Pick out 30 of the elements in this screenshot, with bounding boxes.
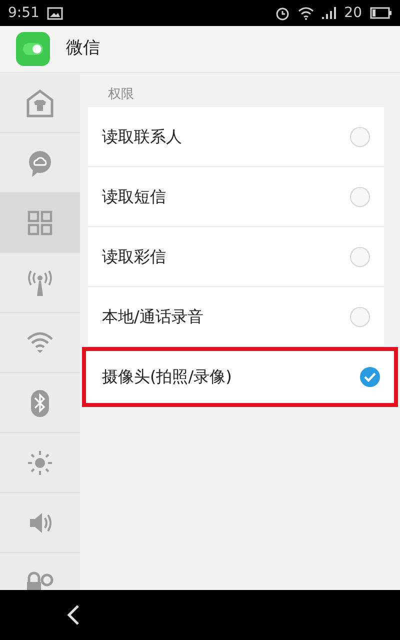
clock-time: 9:51: [8, 4, 40, 22]
permission-label: 读取短信: [102, 186, 166, 208]
alarm-icon: [275, 6, 290, 20]
wifi-icon: [298, 6, 314, 20]
check-icon: [364, 372, 376, 382]
permission-label: 本地/通话录音: [102, 306, 204, 328]
permission-label: 读取彩信: [102, 246, 166, 268]
permission-row[interactable]: 读取彩信: [88, 227, 384, 287]
permission-row[interactable]: 读取短信: [88, 167, 384, 227]
permission-row[interactable]: 摄像头(拍照/录像): [82, 347, 398, 407]
section-title: 权限: [107, 86, 135, 104]
battery-icon: [370, 7, 392, 19]
toggle-app-icon: [16, 32, 50, 66]
checkbox[interactable]: [350, 306, 370, 326]
signal-label: 20: [344, 4, 362, 22]
house-shirt-icon: [25, 88, 55, 118]
permission-row[interactable]: 读取联系人: [88, 107, 384, 167]
permission-label: 摄像头(拍照/录像): [102, 366, 232, 388]
checkbox[interactable]: [360, 367, 380, 387]
back-icon[interactable]: [66, 604, 82, 626]
image-icon: [47, 6, 64, 20]
signal-icon: [322, 7, 336, 19]
permission-label: 读取联系人: [102, 126, 182, 148]
sidebar-tab[interactable]: [0, 193, 80, 253]
permission-row[interactable]: 本地/通话录音: [88, 287, 384, 347]
checkbox[interactable]: [350, 186, 370, 206]
checkbox[interactable]: [350, 246, 370, 266]
antenna-icon: [25, 268, 55, 298]
checkbox[interactable]: [350, 126, 370, 146]
app-title: 微信: [66, 37, 100, 60]
